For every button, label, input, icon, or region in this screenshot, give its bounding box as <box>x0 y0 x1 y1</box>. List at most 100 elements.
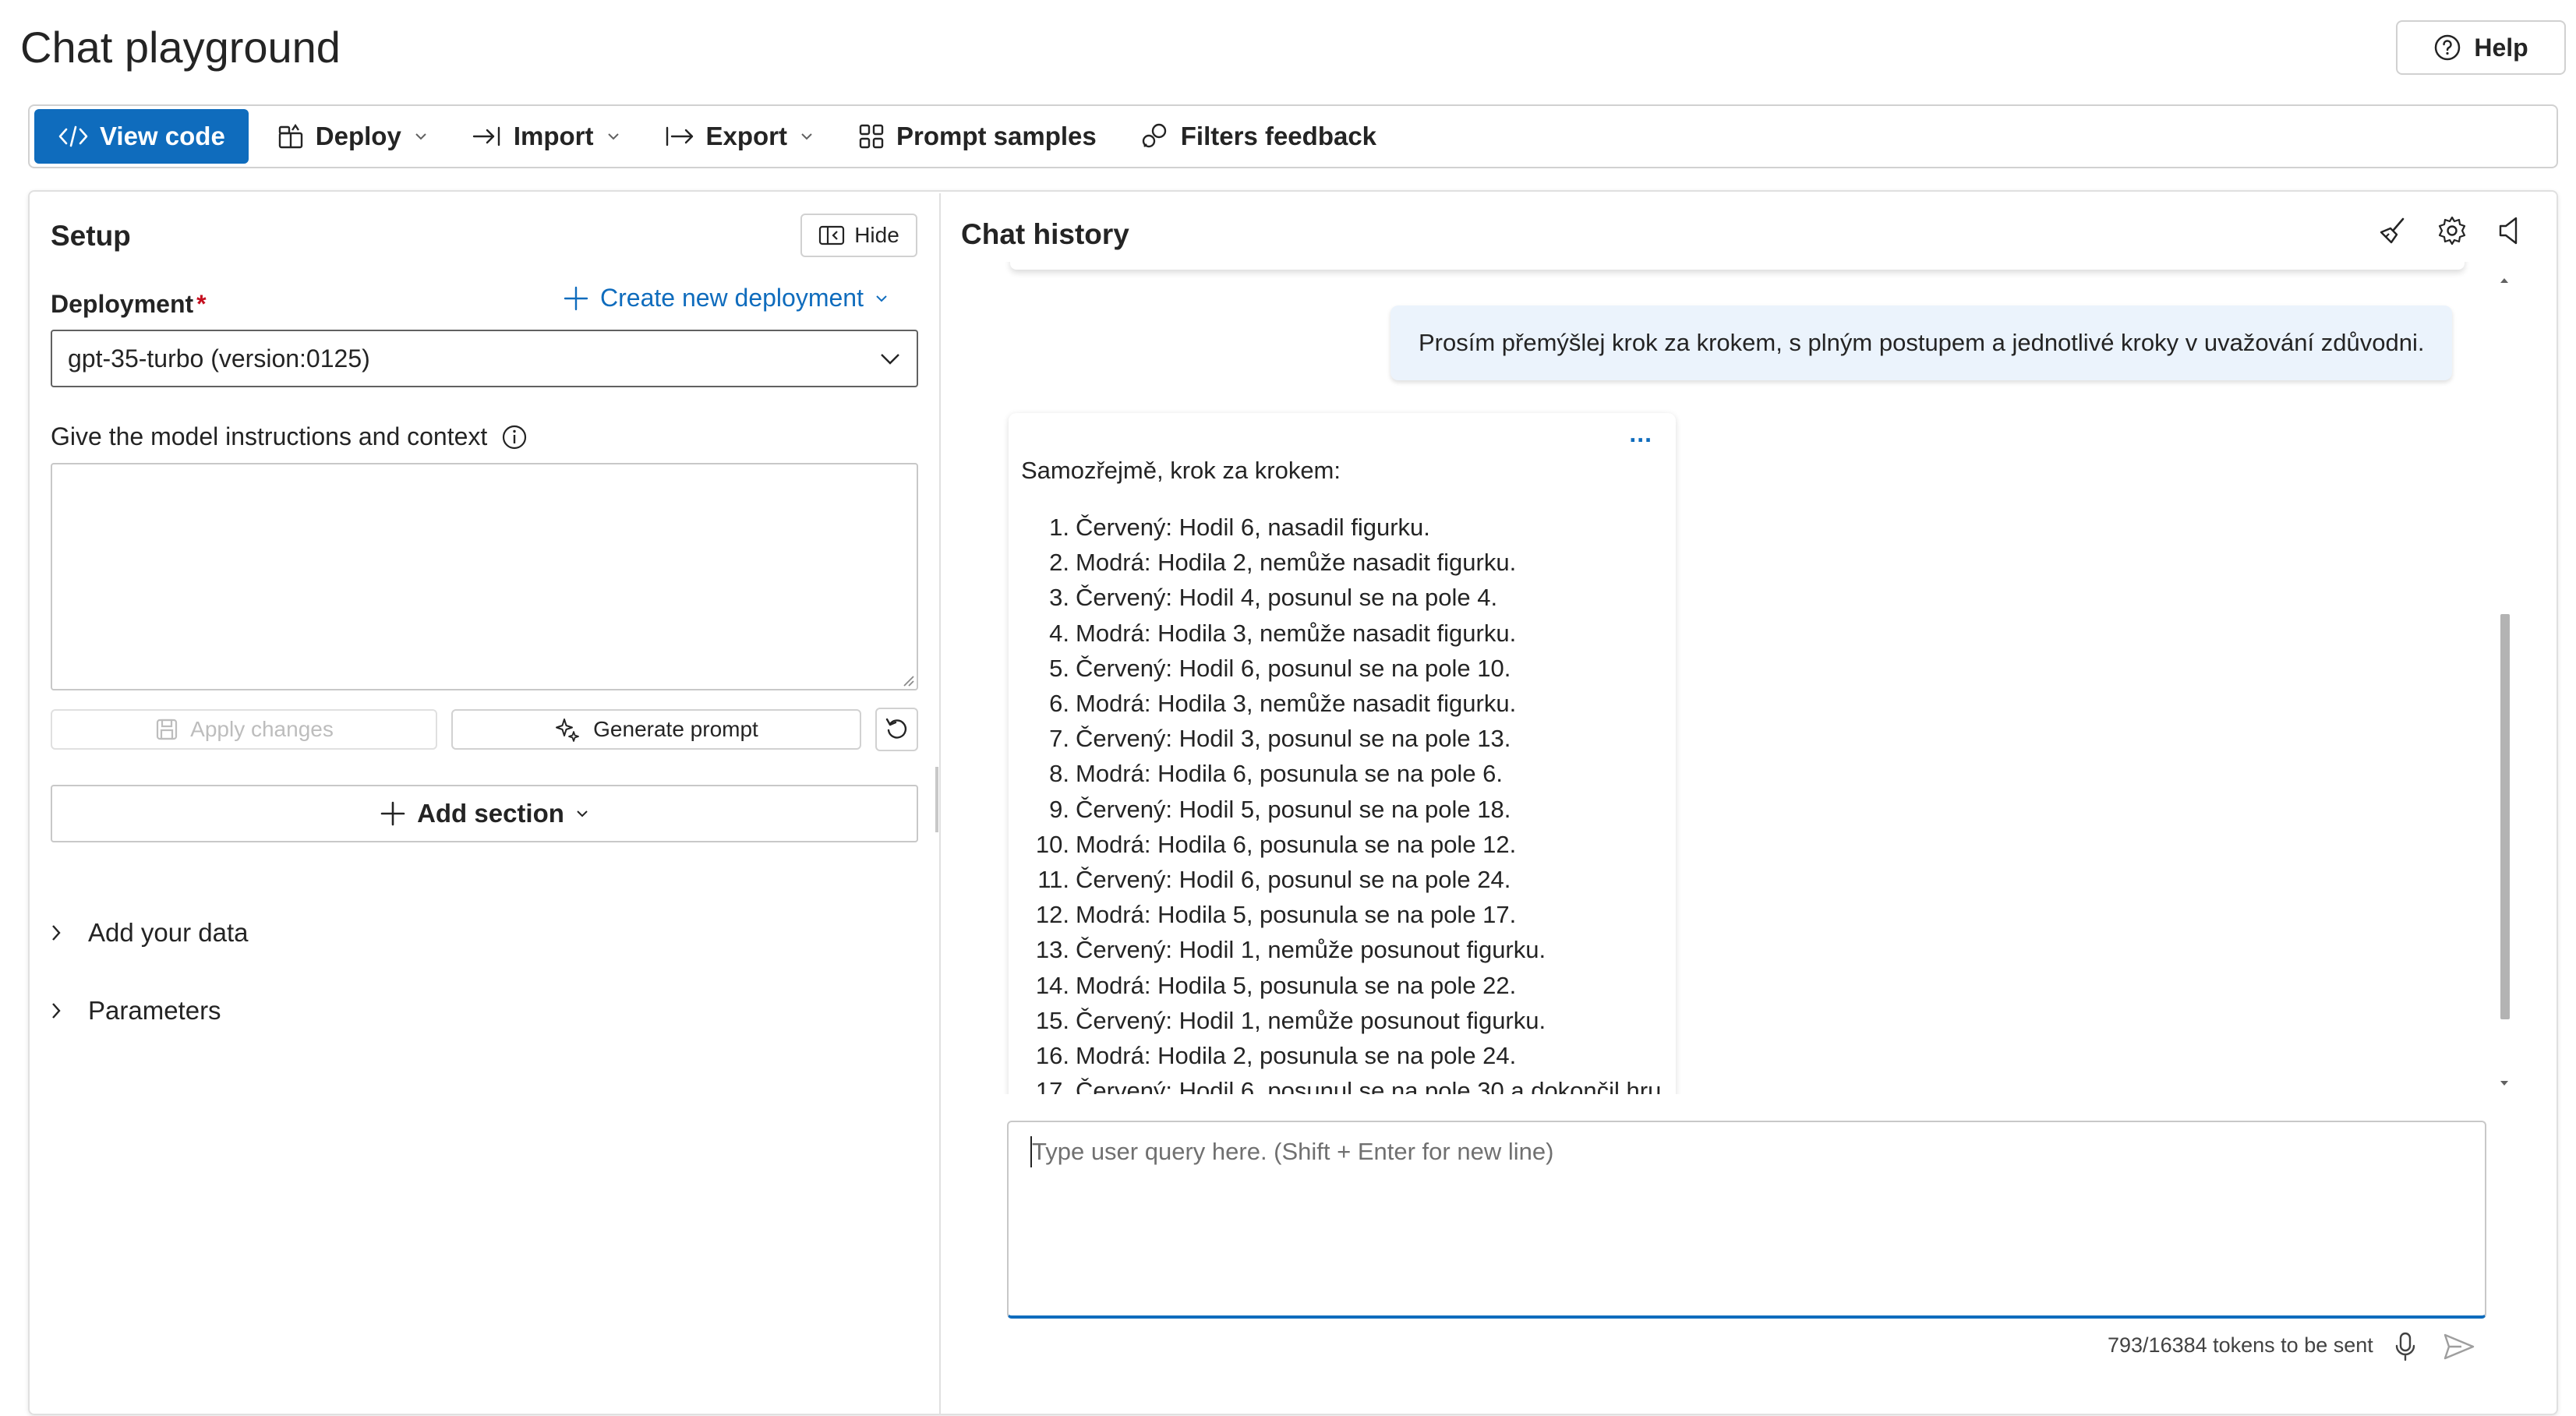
accordion-label: Parameters <box>88 996 221 1025</box>
reset-button[interactable] <box>875 708 918 751</box>
scrollbar-thumb[interactable] <box>2500 614 2510 1019</box>
list-item: 5. Červený: Hodil 6, posunul se na pole 1… <box>1049 654 1511 682</box>
plus-icon <box>563 285 589 312</box>
instructions-label: Give the model instructions and context <box>51 422 528 451</box>
help-button[interactable]: Help <box>2396 20 2566 75</box>
scroll-up-arrow-icon[interactable] <box>2497 274 2511 287</box>
help-icon <box>2433 34 2461 62</box>
settings-gear-icon[interactable] <box>2436 215 2468 246</box>
chevron-down-icon <box>800 132 814 141</box>
chevron-down-icon <box>606 132 620 141</box>
chat-messages[interactable]: Prosím přemýšlej krok za krokem, s plným… <box>959 262 2518 1094</box>
generate-prompt-button[interactable]: Generate prompt <box>451 709 861 750</box>
filters-feedback-label: Filters feedback <box>1180 122 1377 150</box>
assistant-message: ... Samozřejmě, krok za krokem: 1. Červen… <box>1009 413 1676 1094</box>
list-item: 6. Modrá: Hodila 3, nemůže nasadit figurk… <box>1049 690 1517 718</box>
chevron-down-icon <box>575 809 589 818</box>
accordion-parameters[interactable]: Parameters <box>51 996 221 1026</box>
deployment-select[interactable]: gpt-35-turbo (version:0125) <box>51 330 918 387</box>
list-item: 12. Modrá: Hodila 5, posunula se na pole … <box>1035 901 1517 929</box>
filters-feedback-button[interactable]: Filters feedback <box>1118 109 1398 164</box>
chat-actions <box>2377 215 2524 246</box>
prompt-samples-label: Prompt samples <box>896 122 1097 150</box>
create-new-deployment-link[interactable]: Create new deployment <box>563 284 889 313</box>
list-item: 13. Červený: Hodil 1, nemůže posunout fig… <box>1035 936 1546 964</box>
add-section-button[interactable]: Add section <box>51 785 918 842</box>
textarea-resize-icon[interactable] <box>899 672 915 687</box>
generate-prompt-label: Generate prompt <box>593 717 758 741</box>
info-icon[interactable] <box>501 424 528 450</box>
page-title: Chat playground <box>20 23 341 72</box>
sparkle-icon <box>554 716 581 743</box>
export-icon <box>664 125 695 148</box>
help-label: Help <box>2474 33 2528 62</box>
plus-icon <box>380 800 406 827</box>
apply-changes-button[interactable]: Apply changes <box>51 709 437 750</box>
import-button[interactable]: Import <box>450 109 642 164</box>
list-item: 7. Červený: Hodil 3, posunul se na pole 1… <box>1049 725 1511 753</box>
clear-chat-broom-icon[interactable] <box>2377 215 2408 246</box>
export-label: Export <box>705 122 788 150</box>
collapse-panel-icon <box>818 224 845 246</box>
export-button[interactable]: Export <box>642 109 836 164</box>
reset-icon <box>884 716 910 743</box>
chat-history-title: Chat history <box>961 218 1129 250</box>
chevron-down-icon <box>875 294 889 303</box>
speaker-icon[interactable] <box>2496 215 2524 246</box>
list-item: 11. Červený: Hodil 6, posunul se na pole … <box>1037 866 1511 894</box>
more-options-icon[interactable]: ... <box>1629 419 1652 448</box>
apply-changes-label: Apply changes <box>190 717 334 741</box>
user-query-input[interactable]: Type user query here. (Shift + Enter for… <box>1007 1121 2486 1319</box>
deployment-select-value: gpt-35-turbo (version:0125) <box>68 344 370 373</box>
token-count-status: 793/16384 tokens to be sent <box>2108 1333 2373 1357</box>
accordion-add-your-data[interactable]: Add your data <box>51 918 248 948</box>
hide-button[interactable]: Hide <box>800 214 917 257</box>
deploy-button[interactable]: Deploy <box>255 109 450 164</box>
list-item: 8. Modrá: Hodila 6, posunula se na pole 6… <box>1049 760 1504 788</box>
view-code-label: View code <box>100 122 225 150</box>
list-item: 4. Modrá: Hodila 3, nemůže nasadit figurk… <box>1049 619 1517 647</box>
hide-label: Hide <box>854 223 899 247</box>
list-item: 1. Červený: Hodil 6, nasadil figurku. <box>1049 514 1430 541</box>
list-item: 3. Červený: Hodil 4, posunul se na pole 4… <box>1049 584 1498 612</box>
deploy-label: Deploy <box>315 122 401 150</box>
assistant-intro: Samozřejmě, krok za krokem: <box>1021 457 1341 484</box>
chevron-right-icon <box>51 923 62 942</box>
deploy-icon <box>277 122 305 150</box>
deployment-label-text: Deployment <box>51 290 194 318</box>
prompt-samples-button[interactable]: Prompt samples <box>836 109 1118 164</box>
import-icon <box>472 125 503 148</box>
list-item: 14. Modrá: Hodila 5, posunula se na pole … <box>1035 971 1517 999</box>
previous-message-card <box>1010 262 2465 270</box>
chevron-down-icon <box>879 351 901 365</box>
instructions-textarea[interactable] <box>51 463 918 690</box>
user-message: Prosím přemýšlej krok za krokem, s plným… <box>1390 305 2453 380</box>
chevron-down-icon <box>414 132 428 141</box>
user-query-placeholder: Type user query here. (Shift + Enter for… <box>1032 1138 1554 1165</box>
send-icon[interactable] <box>2443 1333 2475 1361</box>
accordion-label: Add your data <box>88 918 249 947</box>
resize-handle[interactable] <box>935 767 938 832</box>
toolbar: View code Deploy Import Export Prompt sa… <box>28 104 2558 168</box>
create-new-deployment-label: Create new deployment <box>600 284 864 312</box>
chat-scrollbar[interactable] <box>2497 274 2511 1093</box>
setup-title: Setup <box>51 220 131 252</box>
list-item: 2. Modrá: Hodila 2, nemůže nasadit figurk… <box>1049 549 1517 577</box>
import-label: Import <box>513 122 594 150</box>
list-item: 10. Modrá: Hodila 6, posunula se na pole … <box>1035 830 1517 858</box>
instructions-label-text: Give the model instructions and context <box>51 422 488 450</box>
feedback-icon <box>1140 122 1170 150</box>
list-item: 9. Červený: Hodil 5, posunul se na pole 1… <box>1049 795 1511 823</box>
list-item: 15. Červený: Hodil 1, nemůže posunout fig… <box>1035 1006 1546 1034</box>
chevron-right-icon <box>51 1001 62 1020</box>
panel-divider <box>939 193 941 1414</box>
view-code-button[interactable]: View code <box>34 109 249 164</box>
assistant-steps-list: 1. Červený: Hodil 6, nasadil figurku. 2. M… <box>1021 510 1668 1094</box>
deployment-label: Deployment * <box>51 290 207 319</box>
scroll-down-arrow-icon[interactable] <box>2497 1077 2511 1089</box>
required-marker: * <box>196 290 207 318</box>
list-item: 17. Červený: Hodil 6, posunul se na pole … <box>1035 1077 1668 1094</box>
add-section-label: Add section <box>417 799 564 828</box>
list-item: 16. Modrá: Hodila 2, posunula se na pole … <box>1035 1042 1517 1070</box>
microphone-icon[interactable] <box>2393 1331 2418 1362</box>
